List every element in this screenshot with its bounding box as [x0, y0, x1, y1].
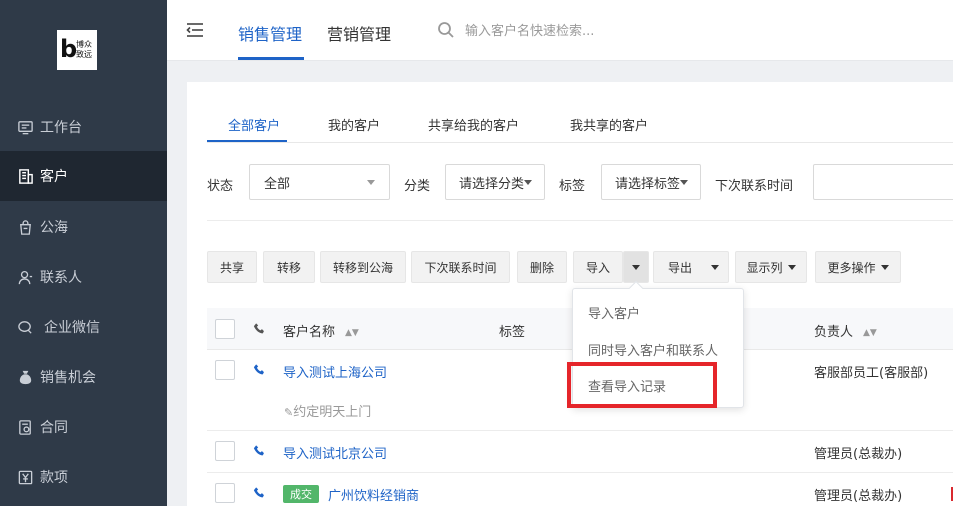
share-button[interactable]: 共享	[207, 251, 257, 283]
divider	[207, 220, 953, 221]
sidebar-item-label: 合同	[40, 420, 68, 436]
next-contact-filter-label: 下次联系时间	[715, 179, 794, 194]
bag-icon	[16, 218, 34, 236]
moneybag-icon	[16, 368, 34, 386]
import-dropdown-toggle[interactable]	[623, 251, 649, 283]
tab-marketing-management[interactable]: 营销管理	[327, 21, 391, 45]
status-select[interactable]: 全部	[249, 164, 390, 200]
status-select-value: 全部	[264, 176, 291, 192]
sort-icon[interactable]: ▲▼	[345, 328, 359, 338]
move-to-pool-button[interactable]: 转移到公海	[320, 251, 406, 283]
display-columns-button[interactable]: 显示列	[735, 251, 807, 283]
sidebar-item-label: 款项	[40, 470, 68, 486]
row-divider	[207, 430, 953, 431]
customer-name-link[interactable]: 广州饮料经销商	[328, 485, 419, 504]
phone-icon	[253, 323, 264, 334]
logo-text: 博众 致远	[76, 40, 92, 59]
next-contact-button[interactable]: 下次联系时间	[411, 251, 510, 283]
logo-mark: b	[60, 35, 78, 63]
owner-cell: 管理员(总裁办)	[814, 489, 903, 504]
status-filter-label: 状态	[207, 179, 234, 194]
phone-icon[interactable]	[253, 363, 267, 377]
sidebar-item-label: 企业微信	[44, 320, 100, 336]
chevron-down-icon	[880, 264, 889, 270]
sidebar-item-payments[interactable]: 款项	[0, 452, 167, 502]
row-checkbox[interactable]	[215, 483, 235, 503]
menu-item-import-customers[interactable]: 导入客户	[588, 303, 640, 322]
next-contact-date-input[interactable]	[813, 164, 953, 200]
chevron-down-icon	[367, 180, 375, 185]
phone-icon[interactable]	[253, 486, 267, 500]
delete-button[interactable]: 删除	[517, 251, 567, 283]
sidebar-item-contacts[interactable]: 联系人	[0, 252, 167, 302]
tag-select-value: 请选择标签	[615, 176, 681, 192]
chevron-down-icon	[680, 180, 688, 185]
chevron-down-icon	[787, 264, 796, 270]
select-all-checkbox[interactable]	[215, 319, 235, 339]
chevron-down-icon	[632, 264, 640, 270]
row-checkbox[interactable]	[215, 360, 235, 380]
contract-icon	[16, 418, 34, 436]
sidebar-item-contracts[interactable]: 合同	[0, 402, 167, 452]
search-input[interactable]	[465, 20, 665, 42]
tag-filter-label: 标签	[559, 179, 586, 194]
category-select-value: 请选择分类	[459, 176, 525, 192]
sidebar-item-public-pool[interactable]: 公海	[0, 202, 167, 252]
category-select[interactable]: 请选择分类	[445, 164, 545, 200]
owner-cell: 管理员(总裁办)	[814, 447, 903, 462]
tab-all-customers[interactable]: 全部客户	[228, 115, 280, 134]
more-actions-button[interactable]: 更多操作	[815, 251, 901, 283]
customer-list-panel: 全部客户 我的客户 共享给我的客户 我共享的客户 状态 全部 分类 请选择分类 …	[187, 82, 953, 506]
column-header-name[interactable]: 客户名称 ▲▼	[283, 321, 359, 340]
customer-name-link[interactable]: 导入测试北京公司	[283, 443, 387, 462]
tab-shared-by-me[interactable]: 我共享的客户	[570, 115, 648, 134]
export-button[interactable]: 导出	[653, 251, 729, 283]
sidebar-item-opportunities[interactable]: 销售机会	[0, 352, 167, 402]
monitor-icon	[16, 118, 34, 136]
category-filter-label: 分类	[404, 179, 431, 194]
person-icon	[16, 268, 34, 286]
sidebar-item-label: 客户	[40, 169, 68, 185]
column-header-tags: 标签	[499, 325, 526, 340]
row-checkbox[interactable]	[215, 441, 235, 461]
sort-icon[interactable]: ▲▼	[863, 328, 877, 338]
chevron-down-icon	[711, 265, 719, 270]
sidebar-item-label: 销售机会	[40, 370, 96, 386]
customer-name-link[interactable]: 导入测试上海公司	[283, 362, 387, 381]
active-tab-indicator	[238, 57, 304, 60]
chat-icon	[16, 318, 34, 336]
top-bar: 销售管理 营销管理	[167, 0, 953, 61]
sidebar-item-wecom[interactable]: 企业微信	[0, 302, 167, 352]
collapse-menu-icon[interactable]	[185, 20, 205, 40]
sidebar-item-label: 联系人	[40, 270, 82, 286]
tab-my-customers[interactable]: 我的客户	[328, 115, 380, 134]
divider	[207, 142, 953, 143]
status-badge: 成交	[283, 485, 319, 503]
tag-select[interactable]: 请选择标签	[601, 164, 701, 200]
sidebar-item-workbench[interactable]: 工作台	[0, 102, 167, 152]
sidebar: b 博众 致远 工作台 客户 公海 联系人 企业微信 销售机会 合同 款项	[0, 0, 167, 506]
brand-logo[interactable]: b 博众 致远	[57, 30, 97, 70]
import-button[interactable]: 导入	[573, 251, 623, 283]
menu-item-import-customers-and-contacts[interactable]: 同时导入客户和联系人	[588, 340, 718, 359]
sidebar-item-label: 公海	[40, 220, 68, 236]
column-header-owner[interactable]: 负责人 ▲▼	[814, 321, 877, 340]
sidebar-item-label: 工作台	[40, 120, 82, 136]
row-divider	[207, 472, 953, 473]
tab-sales-management[interactable]: 销售管理	[238, 21, 302, 45]
chevron-down-icon	[524, 180, 532, 185]
transfer-button[interactable]: 转移	[263, 251, 315, 283]
highlight-annotation	[567, 362, 717, 408]
yen-icon	[16, 468, 34, 486]
tab-shared-to-me[interactable]: 共享给我的客户	[428, 115, 519, 134]
follow-up-note[interactable]: ✎约定明天上门	[284, 401, 371, 420]
sidebar-item-customers[interactable]: 客户	[0, 151, 167, 201]
phone-icon[interactable]	[253, 444, 267, 458]
edit-icon: ✎	[284, 406, 294, 419]
owner-cell: 客服部员工(客服部)	[814, 366, 929, 381]
building-icon	[16, 167, 34, 185]
search-icon	[438, 22, 454, 38]
